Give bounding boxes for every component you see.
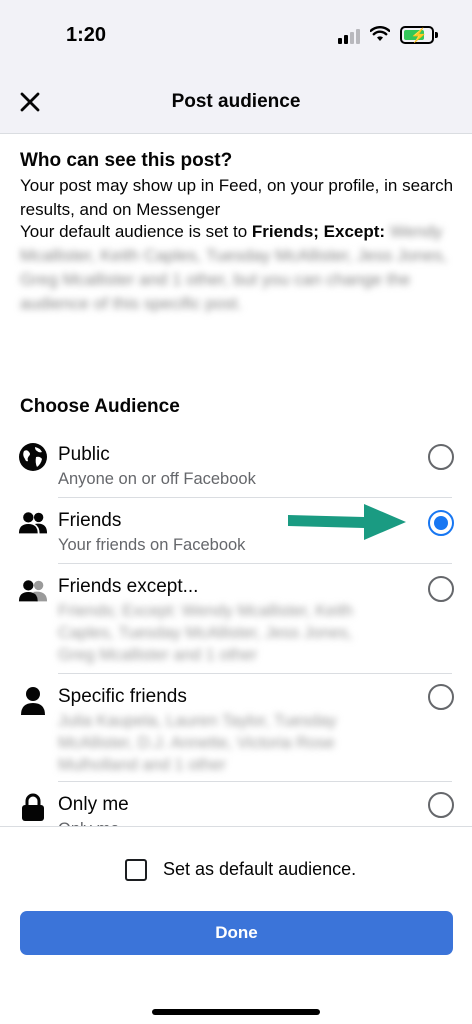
page-title: Post audience: [171, 91, 301, 112]
friends-icon: [18, 508, 48, 538]
radio-only-me[interactable]: [428, 792, 454, 818]
done-button[interactable]: Done: [20, 911, 453, 955]
default-audience-checkbox-label[interactable]: Set as default audience.: [163, 859, 356, 880]
audience-option-friends-except[interactable]: Friends except... Friends; Except: Wendy…: [0, 564, 472, 674]
person-icon: [18, 686, 48, 716]
globe-icon: [18, 442, 48, 472]
cellular-signal-icon: [338, 28, 362, 44]
option-label: Public: [58, 444, 110, 465]
footer-divider: [0, 826, 472, 827]
radio-friends-except[interactable]: [428, 576, 454, 602]
option-description: Only me: [58, 818, 388, 826]
annotation-arrow-icon: [288, 504, 406, 540]
option-label: Only me: [58, 794, 129, 815]
radio-public[interactable]: [428, 444, 454, 470]
status-bar: 1:20 ⚡: [0, 0, 472, 70]
friends-except-icon: [18, 576, 48, 606]
default-audience-prefix: Your default audience is set to: [20, 222, 252, 241]
audience-option-specific-friends[interactable]: Specific friends Julia Kaupela, Lauren T…: [0, 674, 472, 782]
status-time: 1:20: [66, 24, 107, 46]
default-audience-checkbox[interactable]: [125, 859, 147, 881]
header: Post audience: [0, 70, 472, 134]
choose-audience-title: Choose Audience: [20, 396, 180, 417]
audience-content: Who can see this post? Your post may sho…: [0, 134, 472, 826]
audience-option-only-me[interactable]: Only me Only me: [0, 782, 472, 826]
audience-option-public[interactable]: Public Anyone on or off Facebook: [0, 434, 472, 498]
home-indicator[interactable]: [152, 1009, 320, 1015]
battery-icon: ⚡: [400, 26, 438, 44]
option-label: Friends: [58, 510, 122, 531]
who-can-see-description: Your post may show up in Feed, on your p…: [20, 176, 454, 219]
option-label: Friends except...: [58, 576, 199, 597]
wifi-icon: [370, 26, 390, 41]
lock-icon: [18, 792, 48, 822]
radio-specific-friends[interactable]: [428, 684, 454, 710]
default-audience-bold: Friends; Except:: [251, 222, 386, 241]
option-description: Julia Kaupela, Lauren Taylor, Tuesday Mc…: [58, 712, 337, 774]
radio-friends[interactable]: [428, 510, 454, 536]
option-description: Friends; Except: Wendy Mcallister, Keith…: [58, 602, 353, 664]
option-description: Anyone on or off Facebook: [58, 470, 256, 488]
who-can-see-title: Who can see this post?: [20, 150, 233, 171]
option-label: Specific friends: [58, 686, 187, 707]
default-audience-text: Your default audience is set to Friends;…: [20, 220, 460, 316]
